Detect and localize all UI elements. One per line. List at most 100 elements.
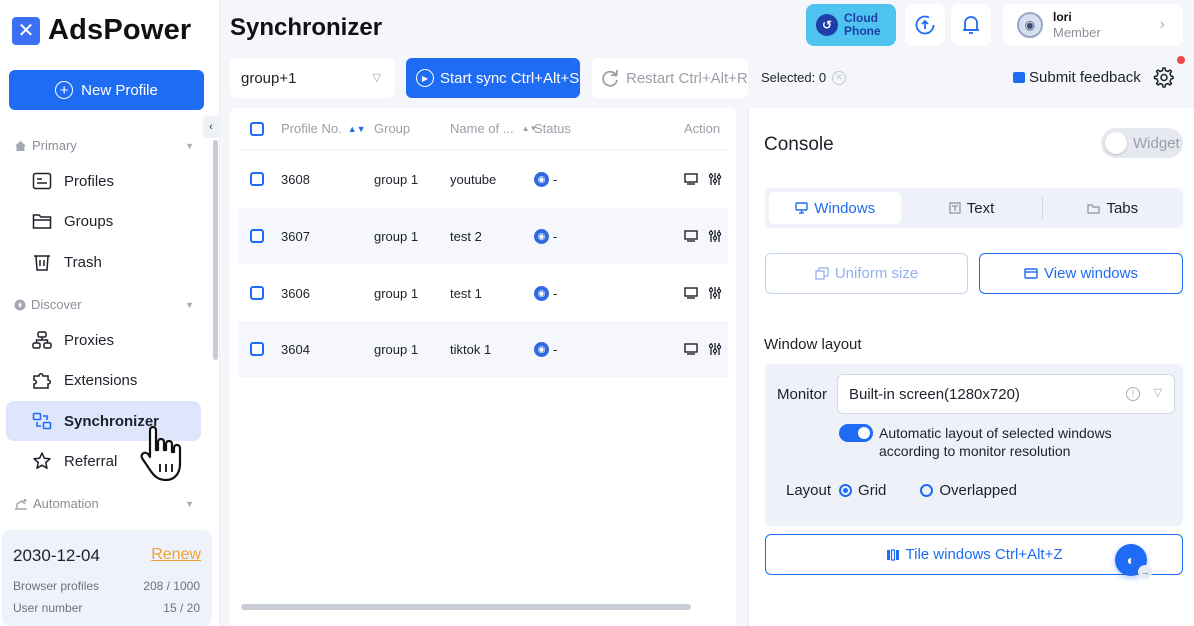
radio-grid-label[interactable]: Grid xyxy=(858,482,886,499)
stat-label: User number xyxy=(13,601,83,615)
sync-icon xyxy=(32,412,52,430)
section-automation[interactable]: Automation ▼ xyxy=(14,496,194,511)
tab-text[interactable]: Text xyxy=(905,192,1037,224)
toggle-knob xyxy=(1105,132,1127,154)
tab-windows[interactable]: Windows xyxy=(769,192,902,224)
table-row[interactable]: 3604 group 1 tiktok 1 ◉ - xyxy=(238,321,728,377)
sidebar-collapse-button[interactable]: ‹ xyxy=(203,116,219,138)
chrome-icon: ◉ xyxy=(534,341,549,357)
tabs-icon xyxy=(1087,203,1101,214)
user-menu[interactable]: ◉ lori Member › xyxy=(1003,4,1183,46)
window-icon[interactable] xyxy=(684,343,698,355)
cloud-phone-button[interactable]: ↺ Cloud Phone xyxy=(806,4,896,46)
support-chat-button[interactable]: ◐ → xyxy=(1115,544,1152,579)
adspower-logo-icon: ✕ xyxy=(12,16,40,45)
proxies-icon xyxy=(32,331,52,349)
chrome-icon: ◉ xyxy=(534,171,549,187)
stat-label: Browser profiles xyxy=(13,579,100,593)
restart-sync-button[interactable]: Restart Ctrl+Alt+R xyxy=(592,58,748,98)
section-automation-label: Automation xyxy=(33,496,99,511)
col-profile-no[interactable]: Profile No. ▲▼ xyxy=(281,108,366,149)
chevron-down-icon: ▽ xyxy=(372,72,381,84)
row-checkbox[interactable] xyxy=(250,286,264,300)
sidebar-item-label: Referral xyxy=(64,452,118,470)
renew-link[interactable]: Renew xyxy=(151,546,201,564)
group-select[interactable]: group+1 ▽ xyxy=(230,58,395,98)
upload-cycle-icon xyxy=(915,15,935,35)
puzzle-icon xyxy=(33,373,51,389)
uniform-size-button[interactable]: Uniform size xyxy=(765,253,968,294)
window-icon xyxy=(1024,267,1038,279)
cell-status: ◉ - xyxy=(534,151,557,207)
settings-sliders-icon[interactable] xyxy=(708,229,722,243)
hand-cursor-icon xyxy=(140,425,182,482)
row-checkbox[interactable] xyxy=(250,172,264,186)
view-windows-button[interactable]: View windows xyxy=(979,253,1183,294)
stat-value: 208 / 1000 xyxy=(143,579,200,593)
cell-profile-no: 3604 xyxy=(281,341,310,357)
monitor-select[interactable]: Built-in screen(1280x720) ! ▽ xyxy=(837,374,1175,414)
tile-icon xyxy=(886,548,899,561)
table-row[interactable]: 3607 group 1 test 2 ◉ - xyxy=(238,208,728,264)
auto-layout-toggle[interactable] xyxy=(839,424,873,442)
info-icon[interactable]: ! xyxy=(1126,387,1140,401)
section-primary[interactable]: Primary ▼ xyxy=(14,138,194,153)
new-profile-button[interactable]: + New Profile xyxy=(9,70,204,110)
sidebar-item-proxies[interactable]: Proxies xyxy=(6,320,201,360)
widget-toggle[interactable]: Widget xyxy=(1101,128,1183,158)
window-layout-panel: Monitor Built-in screen(1280x720) ! ▽ Au… xyxy=(765,364,1183,526)
automation-icon xyxy=(15,498,27,510)
start-sync-button[interactable]: ▶ Start sync Ctrl+Alt+S xyxy=(406,58,580,98)
cell-name: test 1 xyxy=(450,285,482,301)
select-all-checkbox[interactable] xyxy=(250,121,264,136)
section-discover[interactable]: Discover ▼ xyxy=(14,297,194,312)
sidebar-item-groups[interactable]: Groups xyxy=(6,201,201,241)
row-checkbox[interactable] xyxy=(250,229,264,243)
section-discover-label: Discover xyxy=(31,297,82,312)
expiry-date: 2030-12-04 xyxy=(13,546,100,565)
tab-label: Text xyxy=(966,199,995,217)
notifications-button[interactable] xyxy=(951,4,991,46)
upgrade-button[interactable] xyxy=(905,4,945,46)
settings-sliders-icon[interactable] xyxy=(708,286,722,300)
radio-overlapped[interactable] xyxy=(920,484,934,497)
auto-layout-label: Automatic layout of selected windows acc… xyxy=(879,425,1112,459)
home-icon xyxy=(15,140,26,151)
cell-group: group 1 xyxy=(374,228,419,244)
sidebar-item-profiles[interactable]: Profiles xyxy=(6,161,201,201)
settings-sliders-icon[interactable] xyxy=(708,172,722,186)
settings-sliders-icon[interactable] xyxy=(708,342,722,356)
cell-action xyxy=(684,265,722,321)
radio-grid[interactable] xyxy=(839,484,853,497)
cloud-phone-line2: Phone xyxy=(844,24,881,38)
cell-group: group 1 xyxy=(374,285,419,301)
bell-icon xyxy=(963,16,979,34)
tab-label: Windows xyxy=(814,199,876,217)
user-name: lori xyxy=(1053,10,1072,24)
window-icon[interactable] xyxy=(684,287,698,299)
clear-selection-icon[interactable]: ✕ xyxy=(832,70,847,85)
table-horizontal-scrollbar[interactable] xyxy=(241,604,691,610)
col-name[interactable]: Name of ... ▲▼ xyxy=(450,108,537,149)
feedback-icon xyxy=(1013,72,1025,83)
profiles-table: Profile No. ▲▼ Group Name of ... ▲▼ Stat… xyxy=(230,108,736,626)
chrome-icon: ◉ xyxy=(534,228,549,244)
row-checkbox[interactable] xyxy=(250,342,264,356)
table-row[interactable]: 3608 group 1 youtube ◉ - xyxy=(238,151,728,207)
submit-feedback-link[interactable]: Submit feedback xyxy=(1013,69,1141,86)
tile-windows-label: Tile windows Ctrl+Alt+Z xyxy=(905,546,1063,563)
sidebar-scrollbar[interactable] xyxy=(213,140,218,360)
gear-icon xyxy=(1153,67,1174,88)
trash-icon xyxy=(34,255,50,271)
tab-tabs[interactable]: Tabs xyxy=(1047,192,1179,224)
table-row[interactable]: 3606 group 1 test 1 ◉ - xyxy=(238,265,728,321)
window-icon[interactable] xyxy=(684,230,698,242)
sidebar-item-extensions[interactable]: Extensions xyxy=(6,360,201,400)
settings-button[interactable] xyxy=(1148,62,1178,92)
monitor-icon xyxy=(795,202,808,214)
sidebar-item-trash[interactable]: Trash xyxy=(6,242,201,282)
app-logo[interactable]: ✕ AdsPower xyxy=(12,14,191,47)
radio-overlapped-label[interactable]: Overlapped xyxy=(939,482,1017,499)
cell-action xyxy=(684,151,722,207)
window-icon[interactable] xyxy=(684,173,698,185)
